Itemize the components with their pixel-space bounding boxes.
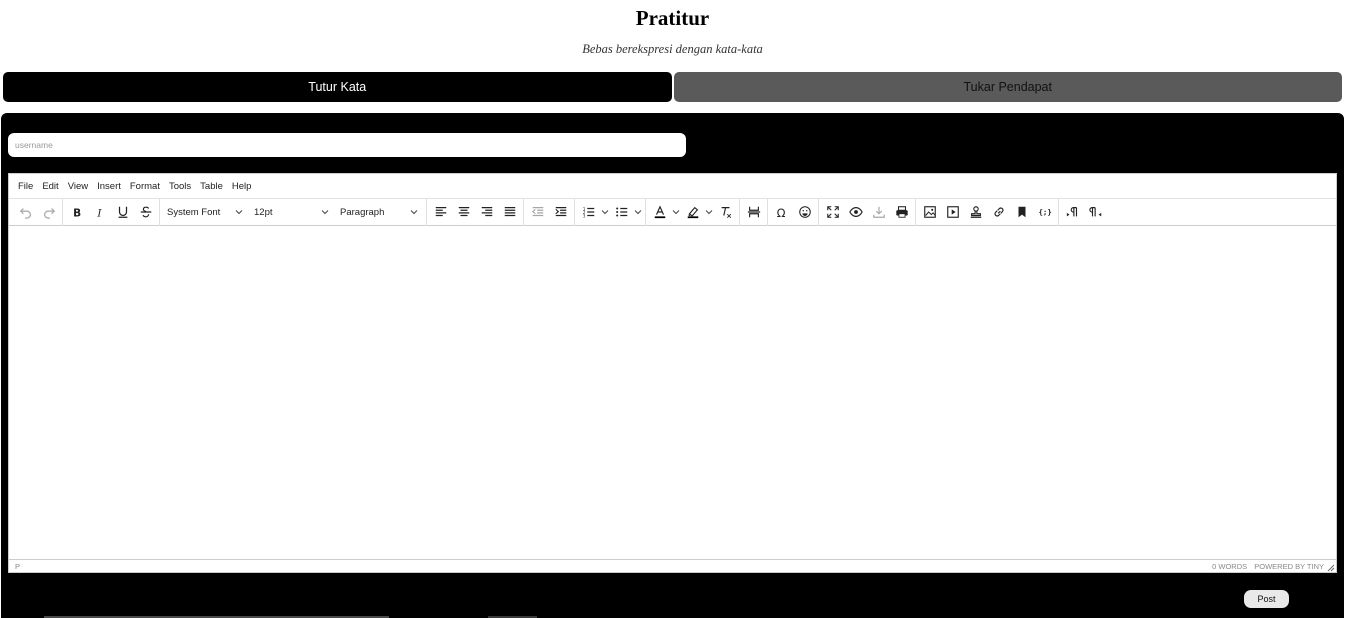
menu-insert[interactable]: Insert [97,181,121,192]
clear-formatting-icon[interactable] [714,202,737,223]
svg-text:3: 3 [582,213,585,218]
template-stamp-icon[interactable] [964,202,987,223]
underline-icon[interactable] [111,202,134,223]
svg-text:B: B [73,207,81,219]
element-path[interactable]: P [15,562,20,571]
menu-help[interactable]: Help [232,181,252,192]
chevron-down-icon [235,210,243,215]
highlighter-icon [681,202,704,223]
chevron-down-icon[interactable] [671,202,681,223]
word-count[interactable]: 0 WORDS [1212,562,1247,571]
preview-eye-icon[interactable] [844,202,867,223]
media-icon[interactable] [941,202,964,223]
rich-text-editor: File Edit View Insert Format Tools Table… [8,173,1337,573]
redo-icon[interactable] [37,202,60,223]
undo-icon[interactable] [14,202,37,223]
editor-content-area[interactable] [9,227,1336,560]
tab-bar: Tutur Kata Tukar Pendapat [3,72,1342,102]
menu-format[interactable]: Format [130,181,160,192]
align-justify-icon[interactable] [498,202,521,223]
site-tagline: Bebas berekspresi dengan kata-kata [582,42,763,56]
code-sample-icon[interactable]: {;} [1033,202,1056,223]
italic-icon[interactable]: I [88,202,111,223]
rtl-direction-icon[interactable] [1084,202,1107,223]
chevron-down-icon [321,210,329,215]
bullet-list-button[interactable] [610,202,643,223]
numbered-list-icon: 123 [577,202,600,223]
post-button[interactable]: Post [1244,590,1289,608]
page-break-icon[interactable] [742,202,765,223]
chevron-down-icon [410,210,418,215]
print-icon[interactable] [890,202,913,223]
svg-text:{;}: {;} [1038,208,1051,217]
editor-statusbar: P 0 WORDS POWERED BY TINY [9,559,1336,572]
menu-view[interactable]: View [68,181,88,192]
align-center-icon[interactable] [452,202,475,223]
numbered-list-button[interactable]: 123 [577,202,610,223]
indent-icon[interactable] [549,202,572,223]
menu-file[interactable]: File [18,181,33,192]
ltr-direction-icon[interactable] [1061,202,1084,223]
image-icon[interactable] [918,202,941,223]
bold-icon[interactable]: B [65,202,88,223]
font-size-select[interactable]: 12pt [249,202,335,223]
svg-text:I: I [96,207,102,219]
menu-edit[interactable]: Edit [42,181,58,192]
bookmark-icon[interactable] [1010,202,1033,223]
align-right-icon[interactable] [475,202,498,223]
font-family-select[interactable]: System Font [162,202,249,223]
outdent-icon[interactable] [526,202,549,223]
strikethrough-icon[interactable] [134,202,157,223]
username-input[interactable] [8,133,686,157]
tab-tutur-kata[interactable]: Tutur Kata [3,72,672,102]
chevron-down-icon[interactable] [704,202,714,223]
chevron-down-icon[interactable] [600,202,610,223]
tab-tukar-pendapat[interactable]: Tukar Pendapat [673,72,1342,102]
menu-tools[interactable]: Tools [169,181,191,192]
special-character-icon[interactable]: Ω [770,202,793,223]
link-icon[interactable] [987,202,1010,223]
editor-menubar: File Edit View Insert Format Tools Table… [9,174,1336,199]
post-panel: File Edit View Insert Format Tools Table… [1,113,1344,618]
chevron-down-icon[interactable] [633,202,643,223]
highlight-color-button[interactable] [681,202,714,223]
align-left-icon[interactable] [429,202,452,223]
site-title: Pratitur [635,6,710,30]
block-format-select[interactable]: Paragraph [335,202,424,223]
editor-toolbar: B I System Font 12pt Paragraph 1 2 3 Ω {… [9,198,1336,226]
bullet-list-icon [610,202,633,223]
emoji-icon[interactable] [793,202,816,223]
text-color-icon [648,202,671,223]
menu-table[interactable]: Table [200,181,223,192]
svg-text:Ω: Ω [776,206,785,219]
text-color-button[interactable] [648,202,681,223]
resize-handle-icon[interactable] [1327,564,1335,572]
fullscreen-icon[interactable] [821,202,844,223]
save-download-icon[interactable] [867,202,890,223]
powered-by-link[interactable]: POWERED BY TINY [1254,562,1324,571]
